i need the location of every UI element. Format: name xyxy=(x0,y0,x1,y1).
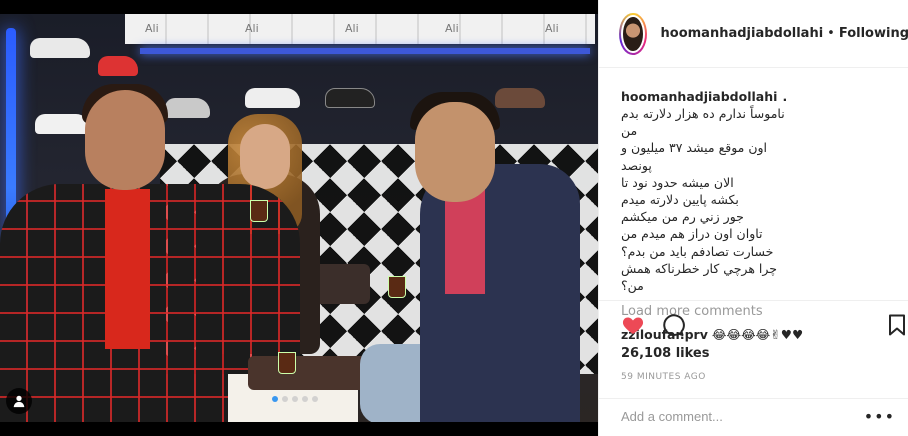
bookmark-icon[interactable] xyxy=(885,313,908,337)
store-shelf: Ali Ali Ali Ali Ali xyxy=(125,14,595,44)
sneaker xyxy=(98,56,138,76)
caption-username-suffix: . xyxy=(782,89,788,104)
post-details-panel: hoomanhadjiabdollahi • Following hoomanh… xyxy=(598,0,908,436)
tea-glass xyxy=(250,200,268,222)
caption-line: الان میشه حدود نود تا xyxy=(621,174,734,190)
carousel-dot[interactable] xyxy=(292,396,298,402)
sneaker xyxy=(30,38,90,58)
neon-shelf-light xyxy=(140,48,590,54)
caption-line: جور زني رم من میکشم xyxy=(621,209,744,225)
add-comment-input[interactable] xyxy=(621,409,861,424)
man-right-face xyxy=(415,102,495,202)
woman-face xyxy=(240,124,290,189)
store-logo: Ali xyxy=(145,22,159,35)
store-logo: Ali xyxy=(345,22,359,35)
carousel-dot[interactable] xyxy=(282,396,288,402)
post-timestamp[interactable]: 59 MINUTES AGO xyxy=(621,372,706,382)
carousel-dot[interactable] xyxy=(302,396,308,402)
carousel-indicator xyxy=(272,396,318,402)
post-actions xyxy=(599,300,908,342)
store-logo: Ali xyxy=(545,22,559,35)
carousel-dot[interactable] xyxy=(312,396,318,402)
man-left-face xyxy=(85,90,165,190)
post-media[interactable]: Ali Ali Ali Ali Ali xyxy=(0,0,598,436)
man-right-jacket xyxy=(420,164,580,422)
store-logo: Ali xyxy=(245,22,259,35)
caption-text: ناموساً ندارم ده هزار دلارته بدم من اون … xyxy=(621,105,791,294)
caption-line: چرا هرچي كار خطرناكه همش من؟ xyxy=(621,260,777,294)
carousel-dot[interactable] xyxy=(272,396,278,402)
following-button[interactable]: Following xyxy=(839,26,908,41)
store-logo: Ali xyxy=(445,22,459,35)
caption-line: خسارت تصادفم باید من بدم؟ xyxy=(621,243,774,259)
man-left-shirt xyxy=(105,189,150,349)
sneaker xyxy=(325,88,375,108)
sneaker xyxy=(165,98,210,118)
post-photo[interactable]: Ali Ali Ali Ali Ali xyxy=(0,14,598,422)
tea-glass xyxy=(388,276,406,298)
tray xyxy=(248,356,366,390)
header-username[interactable]: hoomanhadjiabdollahi xyxy=(661,26,824,41)
sneaker xyxy=(495,88,545,108)
heart-icon[interactable] xyxy=(621,313,645,337)
likes-count[interactable]: 26,108 likes xyxy=(621,346,709,361)
avatar[interactable] xyxy=(619,12,647,55)
caption-username[interactable]: hoomanhadjiabdollahi xyxy=(621,89,777,104)
caption-line: اون موقع میشد ۳۷ میلیون و پونصد xyxy=(621,140,768,173)
header-separator: • xyxy=(827,26,835,41)
caption-line: تاوان اون دراز هم میدم من xyxy=(621,226,763,242)
sneaker xyxy=(245,88,300,108)
caption-line: بکشه پایین دلارته میدم xyxy=(621,192,739,208)
person-tag-icon[interactable] xyxy=(6,388,32,414)
caption-line: ناموساً ندارم ده هزار دلارته بدم من xyxy=(621,106,785,139)
comment-bubble-icon[interactable] xyxy=(661,313,685,337)
more-options-icon[interactable]: ••• xyxy=(864,407,895,426)
tea-glass xyxy=(278,352,296,374)
post-header: hoomanhadjiabdollahi • Following xyxy=(599,0,908,68)
add-comment-bar: ••• xyxy=(599,398,908,436)
